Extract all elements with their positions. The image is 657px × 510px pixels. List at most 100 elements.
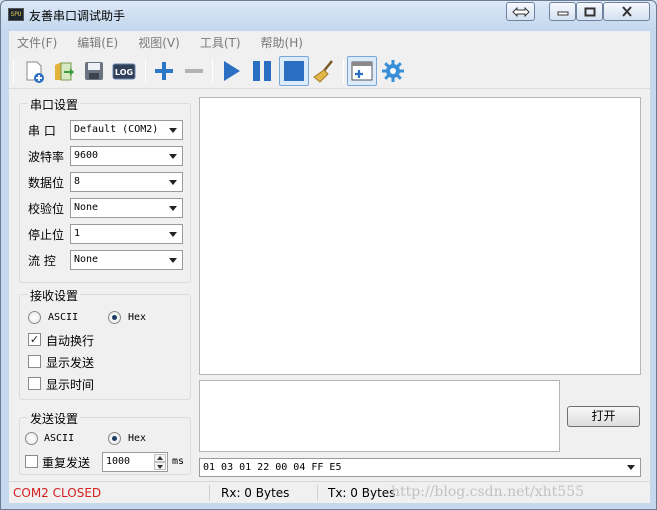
receive-textarea[interactable] xyxy=(199,97,641,375)
receive-hex-radio[interactable] xyxy=(108,311,121,324)
port-label: 串 口 xyxy=(28,124,56,138)
menu-bar: 文件(F) 编辑(E) 视图(V) 工具(T) 帮助(H) xyxy=(9,31,650,53)
clear-broom-icon xyxy=(313,60,333,83)
stop-icon xyxy=(284,61,304,81)
receive-ascii-radio[interactable] xyxy=(28,311,41,324)
menu-edit[interactable]: 编辑(E) xyxy=(77,34,118,51)
send-ascii-label: ASCII xyxy=(44,433,75,444)
status-separator xyxy=(317,485,318,501)
parity-value: None xyxy=(74,202,99,213)
new-icon xyxy=(26,61,44,83)
save-button[interactable] xyxy=(79,56,109,86)
remove-button[interactable] xyxy=(179,56,209,86)
stopbits-value: 1 xyxy=(74,228,81,239)
pause-icon xyxy=(253,61,271,81)
maximize-icon xyxy=(584,7,595,16)
settings-gear-icon xyxy=(382,60,404,82)
menu-tools[interactable]: 工具(T) xyxy=(200,34,241,51)
show-send-label: 显示发送 xyxy=(46,356,95,370)
open-icon xyxy=(55,62,74,81)
toolbar-separator xyxy=(212,59,213,83)
client-area: 串口设置 串 口 Default (COM2) 波特率 9600 数据位 8 校… xyxy=(9,89,650,481)
spin-down-icon[interactable] xyxy=(154,462,166,470)
play-icon xyxy=(224,61,240,81)
show-time-checkbox[interactable] xyxy=(28,377,41,390)
repeat-interval-value: 1000 xyxy=(106,456,131,467)
remove-icon xyxy=(185,69,203,73)
chevron-down-icon xyxy=(169,258,177,263)
open-port-button[interactable]: 打开 xyxy=(567,406,640,427)
minimize-icon xyxy=(557,11,568,15)
receive-settings-group: 接收设置 ASCII Hex ✓ 自动换行 显示发送 显示时间 xyxy=(19,287,191,400)
auto-newline-label: 自动换行 xyxy=(46,334,95,348)
repeat-send-checkbox[interactable] xyxy=(25,455,38,468)
minimize-button[interactable] xyxy=(549,2,576,21)
tx-count: Tx: 0 Bytes xyxy=(328,486,396,500)
window-title: 友善串口调试助手 xyxy=(29,9,126,23)
menu-view[interactable]: 视图(V) xyxy=(138,34,180,51)
toolbar-separator xyxy=(343,59,344,83)
databits-label: 数据位 xyxy=(28,176,65,190)
stopbits-select[interactable]: 1 xyxy=(70,224,183,244)
port-select[interactable]: Default (COM2) xyxy=(70,120,183,140)
parity-label: 校验位 xyxy=(28,202,65,216)
stop-button[interactable] xyxy=(279,56,309,86)
send-hex-label: Hex xyxy=(128,433,147,444)
chevron-down-icon xyxy=(169,206,177,211)
send-hex-radio[interactable] xyxy=(108,432,121,445)
open-button[interactable] xyxy=(49,56,79,86)
toolbar-separator xyxy=(145,59,146,83)
window-add-button[interactable] xyxy=(347,56,377,86)
new-button[interactable] xyxy=(19,56,49,86)
spin-up-icon[interactable] xyxy=(154,454,166,462)
chevron-down-icon xyxy=(169,154,177,159)
close-icon xyxy=(621,6,632,17)
add-icon xyxy=(155,62,173,80)
maximize-button[interactable] xyxy=(576,2,603,21)
double-arrow-icon xyxy=(511,6,530,17)
clear-button[interactable] xyxy=(309,56,339,86)
flow-label: 流 控 xyxy=(28,254,56,268)
status-bar: COM2 CLOSED Rx: 0 Bytes Tx: 0 Bytes http… xyxy=(9,481,650,503)
play-button[interactable] xyxy=(216,56,246,86)
send-history-select[interactable]: 01 03 01 22 00 04 FF E5 xyxy=(199,458,641,477)
send-history-value: 01 03 01 22 00 04 FF E5 xyxy=(203,462,342,473)
show-time-label: 显示时间 xyxy=(46,378,95,392)
repeat-send-label: 重复发送 xyxy=(42,456,91,470)
log-icon-label: LOG xyxy=(115,68,133,77)
parity-select[interactable]: None xyxy=(70,198,183,218)
serial-settings-group: 串口设置 串 口 Default (COM2) 波特率 9600 数据位 8 校… xyxy=(19,96,191,283)
send-settings-group: 发送设置 ASCII Hex 重复发送 1000 ms xyxy=(19,410,191,475)
port-status: COM2 CLOSED xyxy=(13,486,102,500)
chevron-down-icon xyxy=(169,232,177,237)
app-icon: SPU xyxy=(8,8,24,21)
interval-unit-label: ms xyxy=(172,456,185,467)
save-icon xyxy=(85,62,103,80)
close-button[interactable] xyxy=(603,2,650,21)
rx-count: Rx: 0 Bytes xyxy=(221,486,290,500)
receive-ascii-label: ASCII xyxy=(48,312,79,323)
main-window: SPU 友善串口调试助手 文件(F) 编辑(E) 视图(V) 工具(T) 帮助(… xyxy=(0,0,657,510)
show-send-checkbox[interactable] xyxy=(28,355,41,368)
baud-select[interactable]: 9600 xyxy=(70,146,183,166)
log-icon: LOG xyxy=(112,63,136,80)
title-bar[interactable]: SPU 友善串口调试助手 xyxy=(1,1,656,29)
flow-select[interactable]: None xyxy=(70,250,183,270)
databits-select[interactable]: 8 xyxy=(70,172,183,192)
stopbits-label: 停止位 xyxy=(28,228,65,242)
pause-button[interactable] xyxy=(247,56,277,86)
send-ascii-radio[interactable] xyxy=(25,432,38,445)
receive-hex-label: Hex xyxy=(128,312,147,323)
menu-file[interactable]: 文件(F) xyxy=(17,34,57,51)
repeat-interval-spinbox[interactable]: 1000 xyxy=(102,452,168,472)
auto-newline-checkbox[interactable]: ✓ xyxy=(28,333,41,346)
restore-dual-arrow-button[interactable] xyxy=(506,2,535,21)
flow-value: None xyxy=(74,254,99,265)
settings-button[interactable] xyxy=(378,56,408,86)
status-separator xyxy=(209,485,210,501)
send-textarea[interactable] xyxy=(199,380,560,452)
menu-help[interactable]: 帮助(H) xyxy=(261,34,303,51)
log-button[interactable]: LOG xyxy=(109,56,139,86)
toolbar-separator xyxy=(13,59,14,83)
add-button[interactable] xyxy=(149,56,179,86)
